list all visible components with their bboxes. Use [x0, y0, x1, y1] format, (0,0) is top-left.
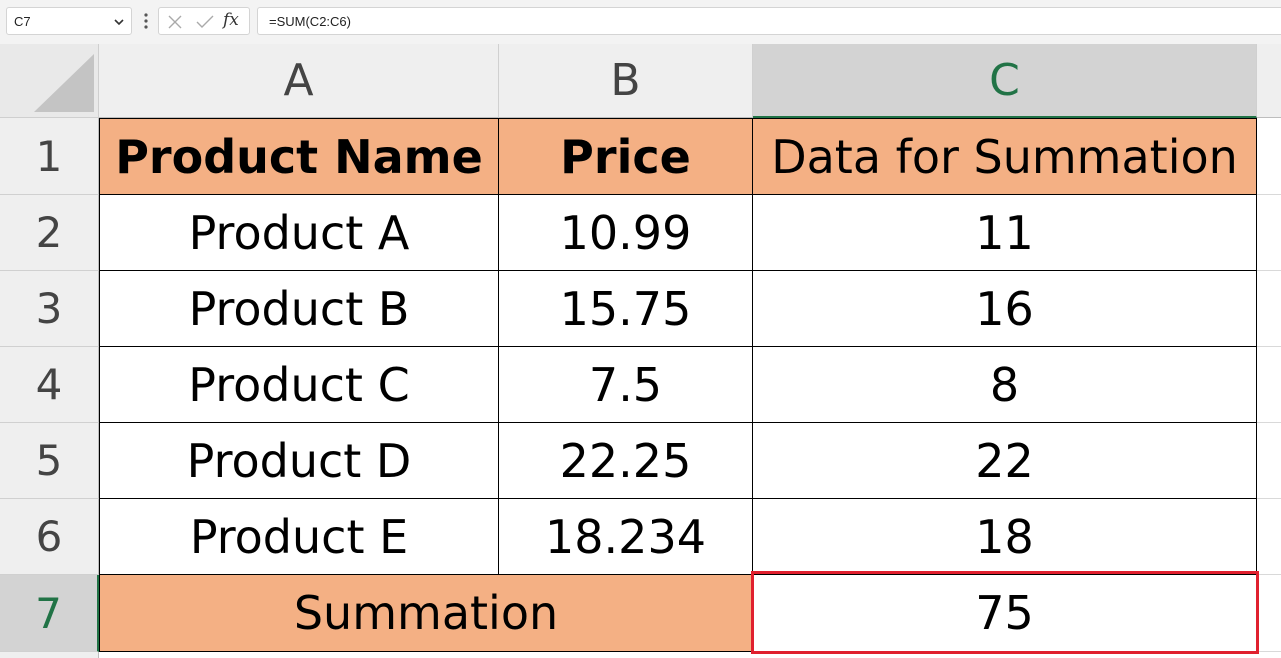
chevron-down-icon[interactable] [113, 16, 125, 28]
formula-input[interactable]: =SUM(C2:C6) [257, 7, 1281, 35]
cell-text: Product C [188, 357, 410, 412]
gridline [1257, 194, 1281, 195]
row-header-label: 6 [35, 512, 63, 561]
row-header-label: 4 [35, 360, 63, 409]
cell-text: Product A [188, 205, 410, 260]
select-all-triangle-icon [34, 54, 94, 112]
check-icon[interactable] [195, 14, 215, 30]
cell-text: 11 [975, 205, 1034, 260]
cell-text: 18.234 [545, 509, 706, 564]
cell-c5[interactable]: 22 [753, 423, 1257, 499]
cell-text: 7.5 [588, 357, 663, 412]
cell-text: Product E [189, 509, 409, 564]
cell-b6[interactable]: 18.234 [499, 499, 753, 575]
row-header-label: 7 [35, 588, 62, 638]
row-header-4[interactable]: 4 [0, 347, 99, 423]
column-header-label: C [989, 54, 1020, 106]
gridline [1257, 498, 1281, 499]
cell-c3[interactable]: 16 [753, 271, 1257, 347]
cell-text: 75 [975, 586, 1034, 640]
cell-a6[interactable]: Product E [99, 499, 499, 575]
cell-c2[interactable]: 11 [753, 195, 1257, 271]
name-box-value: C7 [14, 13, 31, 29]
cell-a4[interactable]: Product C [99, 347, 499, 423]
gridline [1257, 651, 1281, 652]
row-header-label: 5 [35, 436, 63, 485]
row-header-label: 3 [35, 284, 63, 333]
cell-text: 8 [989, 357, 1020, 412]
column-header-a[interactable]: A [99, 44, 499, 118]
row-header-1[interactable]: 1 [0, 118, 99, 195]
cell-text: 10.99 [559, 205, 692, 260]
cell-text: Product Name [115, 129, 483, 184]
row-header-label: 2 [35, 208, 63, 257]
cell-b3[interactable]: 15.75 [499, 271, 753, 347]
row-header-8[interactable] [0, 652, 99, 658]
insert-function-button[interactable]: fx [223, 10, 239, 30]
gridline [1257, 346, 1281, 347]
formula-text: =SUM(C2:C6) [269, 13, 351, 29]
cell-a2[interactable]: Product A [99, 195, 499, 271]
cell-text: Product D [186, 433, 412, 488]
gridline [1257, 270, 1281, 271]
column-header-c[interactable]: C [753, 44, 1257, 118]
cell-text: 22 [975, 433, 1034, 488]
column-header-d[interactable] [1257, 44, 1281, 118]
row-header-3[interactable]: 3 [0, 271, 99, 347]
formula-bar: C7 fx =SUM(C2:C6) [0, 0, 1281, 44]
column-header-label: B [610, 55, 641, 106]
name-box[interactable]: C7 [6, 7, 132, 35]
row-header-5[interactable]: 5 [0, 423, 99, 499]
select-all-corner[interactable] [0, 44, 99, 118]
cell-b2[interactable]: 10.99 [499, 195, 753, 271]
row-header-7[interactable]: 7 [0, 575, 99, 652]
gridline [1257, 574, 1281, 575]
column-header-b[interactable]: B [499, 44, 753, 118]
row-header-label: 1 [35, 131, 63, 181]
cell-text: 18 [975, 509, 1034, 564]
cell-c6[interactable]: 18 [753, 499, 1257, 575]
column-header-label: A [283, 55, 314, 106]
cell-b5[interactable]: 22.25 [499, 423, 753, 499]
cell-a7-merged[interactable]: Summation [99, 575, 753, 652]
row-header-2[interactable]: 2 [0, 195, 99, 271]
close-icon[interactable] [167, 14, 183, 30]
cell-b1[interactable]: Price [499, 118, 753, 195]
cell-c1[interactable]: Data for Summation [753, 118, 1257, 195]
cell-text: 15.75 [559, 281, 692, 336]
cell-a5[interactable]: Product D [99, 423, 499, 499]
cell-a1[interactable]: Product Name [99, 118, 499, 195]
row-header-6[interactable]: 6 [0, 499, 99, 575]
cell-text: 22.25 [559, 433, 692, 488]
gridline [1257, 422, 1281, 423]
cell-text: Price [560, 129, 691, 184]
formula-controls: fx [158, 7, 250, 35]
cell-text: Data for Summation [771, 129, 1238, 184]
cell-c7[interactable]: 75 [753, 575, 1257, 652]
cell-a3[interactable]: Product B [99, 271, 499, 347]
cell-text: Summation [293, 586, 559, 640]
cell-text: Product B [188, 281, 410, 336]
more-options-icon[interactable] [139, 11, 153, 31]
cell-text: 16 [975, 281, 1034, 336]
cell-b4[interactable]: 7.5 [499, 347, 753, 423]
cell-c4[interactable]: 8 [753, 347, 1257, 423]
